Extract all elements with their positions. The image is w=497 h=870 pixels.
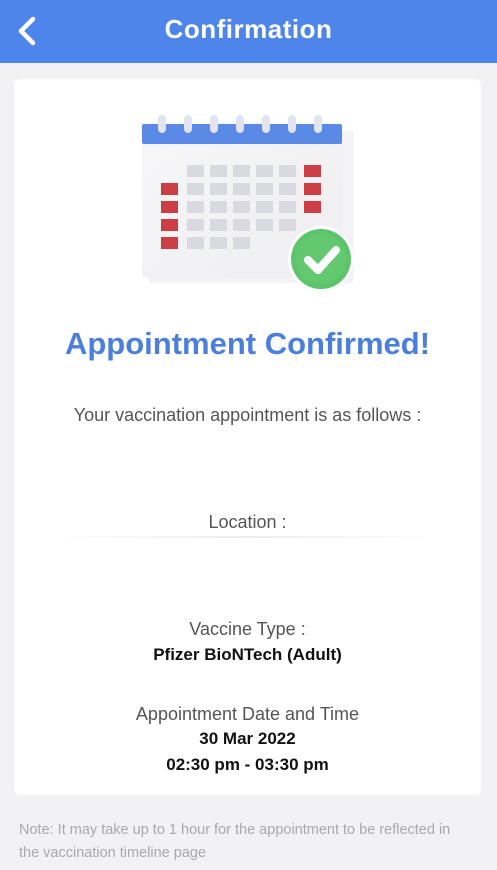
datetime-label: Appointment Date and Time	[135, 704, 360, 724]
confirmation-heading: Appointment Confirmed!	[64, 326, 431, 361]
app-header: Confirmation	[0, 0, 497, 63]
timeline-note: Note: It may take up to 1 hour for the a…	[19, 822, 451, 861]
appointment-date-value: 30 Mar 2022	[199, 729, 296, 748]
confirmation-card: Appointment Confirmed! Your vaccination …	[14, 79, 481, 795]
calendar-check-icon	[142, 115, 354, 292]
page-title: Confirmation	[164, 14, 333, 44]
location-label: Location :	[208, 512, 287, 532]
vaccine-type-value: Pfizer BioNTech (Adult)	[153, 645, 342, 664]
location-value-placeholder	[52, 536, 442, 538]
appointment-intro-text: Your vaccination appointment is as follo…	[73, 405, 422, 425]
appointment-time-value: 02:30 pm - 03:30 pm	[166, 755, 329, 774]
vaccine-type-label: Vaccine Type :	[189, 619, 306, 639]
